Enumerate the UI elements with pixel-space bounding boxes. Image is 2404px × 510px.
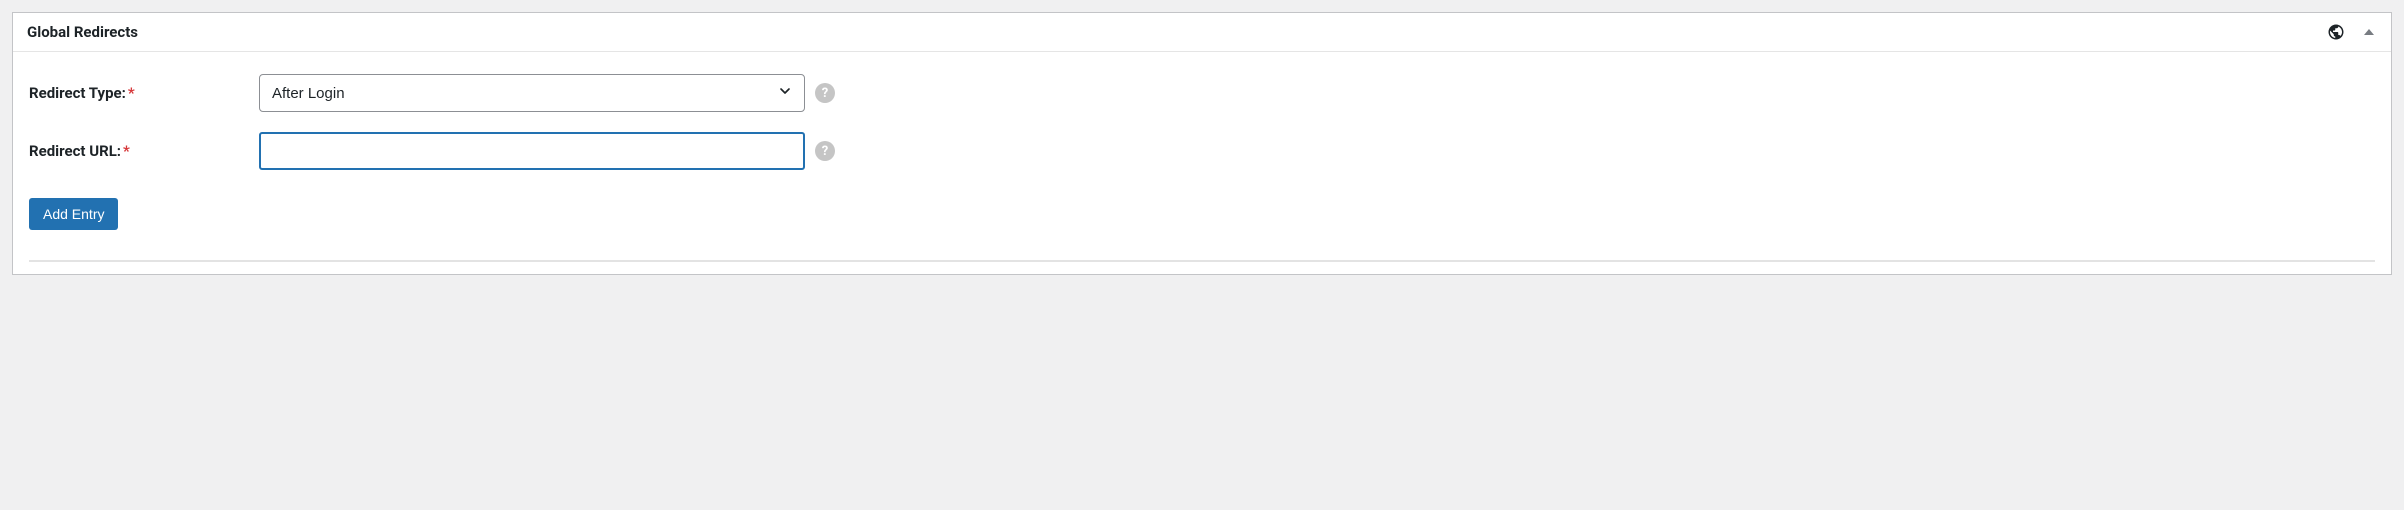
redirect-type-label: Redirect Type:* [29,84,259,102]
help-icon[interactable]: ? [815,141,835,161]
redirect-type-select[interactable]: After Login [259,74,805,112]
add-entry-button[interactable]: Add Entry [29,198,118,230]
redirect-url-input[interactable] [259,132,805,170]
divider [29,260,2375,262]
panel-header-actions [2327,23,2377,41]
label-text: Redirect Type: [29,84,126,102]
collapse-toggle[interactable] [2361,24,2377,40]
redirect-type-row: Redirect Type:* After Login ? [29,74,2375,112]
panel-body: Redirect Type:* After Login ? [13,52,2391,274]
redirect-url-row: Redirect URL:* ? [29,132,2375,170]
redirect-type-control: After Login ? [259,74,835,112]
label-text: Redirect URL: [29,142,121,160]
redirect-type-select-wrapper: After Login [259,74,805,112]
redirect-url-label: Redirect URL:* [29,142,259,160]
globe-icon [2327,23,2345,41]
help-icon[interactable]: ? [815,83,835,103]
required-marker: * [123,142,130,160]
required-marker: * [128,84,135,102]
redirect-url-control: ? [259,132,835,170]
panel-header: Global Redirects [13,13,2391,52]
global-redirects-panel: Global Redirects Redirect Type:* [12,12,2392,275]
panel-title: Global Redirects [27,23,138,41]
